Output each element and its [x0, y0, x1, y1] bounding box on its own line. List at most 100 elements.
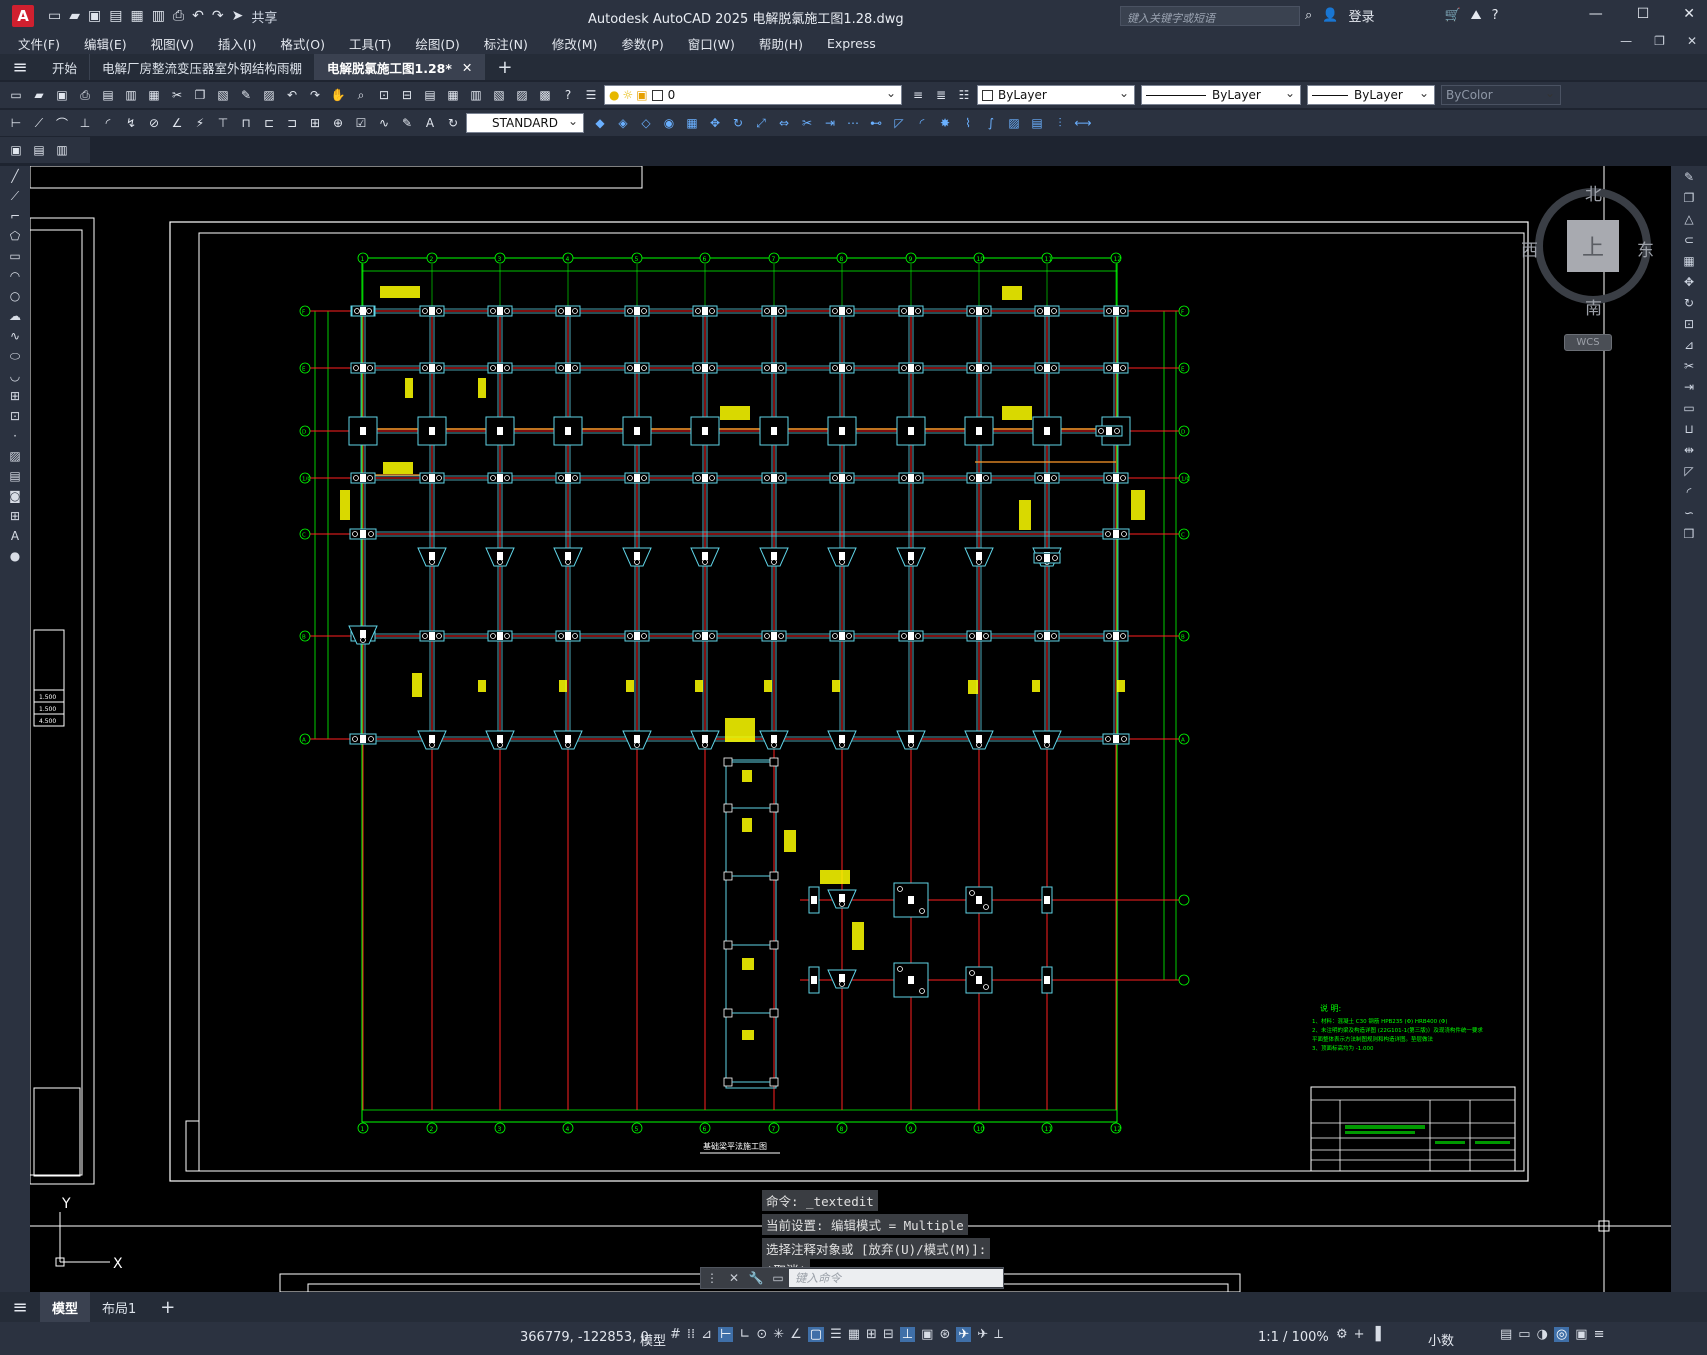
annotation-scale-dropdown[interactable]: 1:1 / 100% [1258, 1330, 1329, 1345]
explode-icon[interactable]: ❒ [1671, 523, 1707, 544]
explode-icon[interactable]: ✸ [935, 114, 955, 132]
make-current-layer-icon[interactable]: ≡ [908, 86, 928, 104]
new-file-icon[interactable]: ▭ [48, 8, 61, 24]
menu-modify[interactable]: 修改(M) [552, 34, 610, 53]
layout-icon[interactable]: ▤ [29, 141, 49, 159]
insert-block-icon[interactable]: ⊞ [0, 386, 30, 406]
add-selected-icon[interactable]: ● [0, 546, 30, 566]
pdf-icon[interactable]: ▦ [144, 86, 164, 104]
extend-icon[interactable]: ⇥ [1671, 376, 1707, 397]
object-snap-icon[interactable]: ▢ [807, 1327, 825, 1342]
baseline-dimension-icon[interactable]: ⊤ [213, 114, 233, 132]
3d-osnap-icon[interactable]: ⊟ [883, 1327, 894, 1342]
undo-icon[interactable]: ↶ [282, 86, 302, 104]
command-grip-icon[interactable]: ⋮ [701, 1271, 723, 1285]
close-icon[interactable]: ✕ [1683, 6, 1695, 22]
help-icon[interactable]: ? [558, 86, 578, 104]
design-center-icon[interactable]: ▦ [443, 86, 463, 104]
snap-icon[interactable]: ⁞⁞ [687, 1327, 695, 1342]
object-snap-tracking-icon[interactable]: ∠ [790, 1327, 802, 1342]
fillet-icon[interactable]: ◜ [1671, 481, 1707, 502]
table-icon[interactable]: ⊞ [0, 506, 30, 526]
drawing-svg[interactable]: 1.500 1.500 4.500 说 明: 1、材料：混凝土 C30 钢筋 H… [30, 166, 1671, 1292]
help-icon[interactable]: ? [1492, 8, 1499, 23]
layer-properties-icon[interactable]: ☰ [581, 86, 601, 104]
dimension-space-icon[interactable]: ⊏ [259, 114, 279, 132]
inspect-icon[interactable]: ☑ [351, 114, 371, 132]
customize-icon[interactable]: ≡ [1594, 1327, 1605, 1342]
polygon-icon[interactable]: ⬠ [0, 226, 30, 246]
arc-length-icon[interactable]: ⌒ [52, 114, 72, 132]
ellipse-icon[interactable]: ⬭ [0, 346, 30, 366]
wcs-menu-button[interactable]: WCS [1564, 334, 1612, 351]
workspace-icon[interactable]: ▣ [6, 141, 26, 159]
trim-icon[interactable]: ✂ [1671, 355, 1707, 376]
color-dropdown[interactable]: ByLayer [977, 85, 1135, 105]
menu-edit[interactable]: 编辑(E) [84, 34, 139, 53]
match-properties-icon[interactable]: ✎ [236, 86, 256, 104]
layer-state-icon[interactable]: ☷ [954, 86, 974, 104]
trim-icon[interactable]: ✂ [797, 114, 817, 132]
tab-start[interactable]: 开始 [40, 54, 91, 80]
open-folder-icon[interactable]: ▰ [69, 8, 80, 24]
zoom-previous-icon[interactable]: ⊟ [397, 86, 417, 104]
autodesk-app-icon[interactable]: ⛰ [1471, 8, 1482, 23]
autocad-logo-icon[interactable]: A [12, 5, 34, 27]
line-icon[interactable]: ╱ [0, 166, 30, 186]
search-icon[interactable]: ⌕ [1305, 8, 1312, 23]
ellipse-arc-icon[interactable]: ◡ [0, 366, 30, 386]
redo-icon[interactable]: ↷ [212, 8, 224, 24]
clean-screen-icon[interactable]: ▣ [1575, 1327, 1587, 1342]
circle-icon[interactable]: ○ [0, 286, 30, 306]
lengthen-icon[interactable]: ⟷ [1073, 114, 1093, 132]
share-icon[interactable]: ➤ [232, 8, 244, 24]
compass-east[interactable]: 东 [1637, 236, 1654, 261]
ortho-icon[interactable]: ∟ [739, 1327, 750, 1342]
offset-icon[interactable]: ⊂ [1671, 229, 1707, 250]
doc-close-icon[interactable]: ✕ [1687, 34, 1697, 48]
menu-parametric[interactable]: 参数(P) [621, 34, 675, 53]
infer-constraints-icon[interactable]: ⊿ [701, 1327, 712, 1342]
revision-cloud-icon[interactable]: ☁ [0, 306, 30, 326]
extend-icon[interactable]: ⇥ [820, 114, 840, 132]
new-tab-button[interactable]: + [485, 54, 524, 80]
scale-icon[interactable]: ⤢ [751, 114, 771, 132]
annotation-visibility-icon[interactable]: ✈ [956, 1327, 972, 1342]
point-icon[interactable]: · [0, 426, 30, 446]
layer-previous-icon[interactable]: ≣ [931, 86, 951, 104]
layout-list-icon[interactable]: ≡ [0, 1294, 40, 1320]
fillet-icon[interactable]: ◜ [912, 114, 932, 132]
blend-curves-icon[interactable]: ∽ [1671, 502, 1707, 523]
menu-express[interactable]: Express [827, 36, 888, 51]
tab-document-canopy[interactable]: 电解厂房整流变压器室外钢结构雨棚 [90, 54, 316, 80]
linetype-dropdown[interactable]: ByLayer [1141, 85, 1301, 105]
aligned-dimension-icon[interactable]: ⟋ [29, 114, 49, 132]
properties-icon[interactable]: ▤ [420, 86, 440, 104]
copy-object-icon[interactable]: ◈ [613, 114, 633, 132]
jogged-linear-icon[interactable]: ∿ [374, 114, 394, 132]
doc-restore-icon[interactable]: ❐ [1654, 34, 1665, 48]
stretch-icon[interactable]: ⇔ [774, 114, 794, 132]
menu-insert[interactable]: 插入(I) [218, 34, 268, 53]
plotstyle-dropdown[interactable]: ByColor [1441, 85, 1561, 105]
dimension-style-dropdown[interactable]: STANDARD [466, 113, 584, 133]
grid-icon[interactable]: # [670, 1327, 681, 1342]
align-icon[interactable]: ⫶ [1050, 114, 1070, 132]
model-space-toggle[interactable]: 模型 [640, 1330, 666, 1349]
drawing-canvas[interactable]: 1.500 1.500 4.500 说 明: 1、材料：混凝土 C30 钢筋 H… [30, 166, 1671, 1292]
edit-spline-icon[interactable]: ∫ [981, 114, 1001, 132]
rotate-icon[interactable]: ↻ [728, 114, 748, 132]
tool-palettes-icon[interactable]: ▥ [466, 86, 486, 104]
plot-preview-icon[interactable]: ▤ [98, 86, 118, 104]
quick-dimension-icon[interactable]: ⚡ [190, 114, 210, 132]
array-icon[interactable]: ▦ [682, 114, 702, 132]
workspace-gear-icon[interactable]: ⚙ [1336, 1327, 1348, 1342]
pan-icon[interactable]: ✋ [328, 86, 348, 104]
tab-model[interactable]: 模型 [40, 1292, 91, 1322]
graphics-performance-icon[interactable]: ▭ [1518, 1327, 1530, 1342]
calculator-icon[interactable]: ▩ [535, 86, 555, 104]
construction-line-icon[interactable]: ⟋ [0, 186, 30, 206]
layer-dropdown[interactable]: ● ☼ ▣ 0 [604, 85, 902, 105]
linear-dimension-icon[interactable]: ⊢ [6, 114, 26, 132]
cut-icon[interactable]: ✂ [167, 86, 187, 104]
